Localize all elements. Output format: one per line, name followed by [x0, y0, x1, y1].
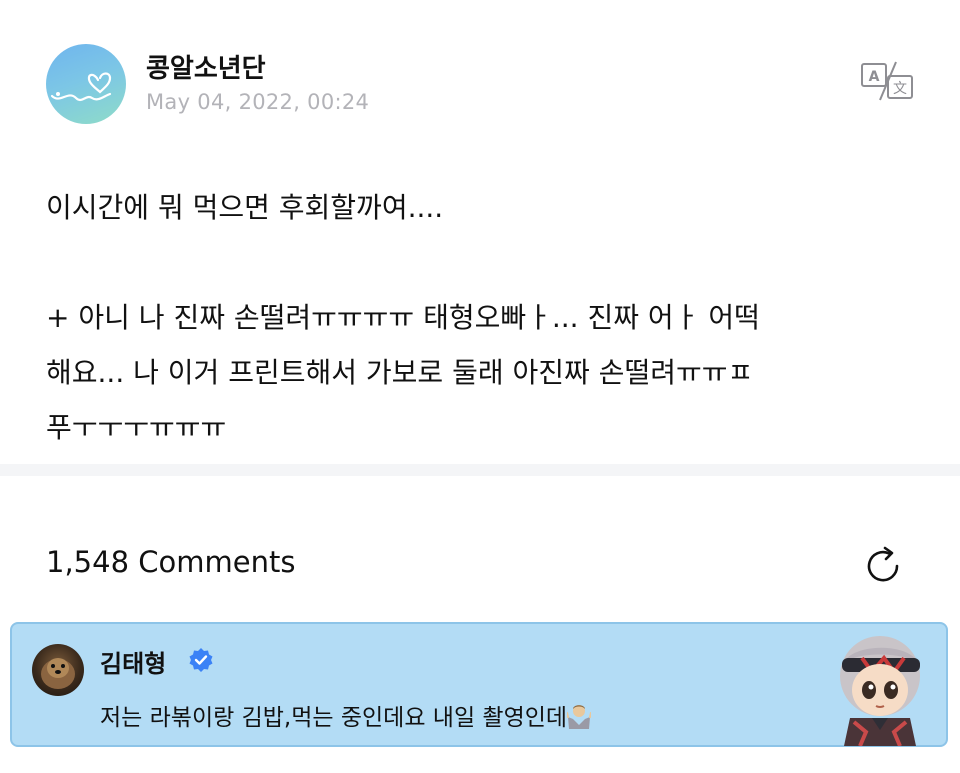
post-line-blank	[46, 235, 916, 290]
section-divider	[0, 464, 960, 476]
post-line: 해요... 나 이거 프린트해서 가보로 둘래 아진짜 손떨려ㅠㅠㅍ	[46, 356, 754, 389]
shrug-emoji-icon	[567, 705, 592, 729]
commenter-name[interactable]: 김태형	[100, 644, 166, 679]
svg-text:A: A	[869, 69, 880, 85]
post-page: 콩알소년단 May 04, 2022, 00:24 A 文 이시간에 뭐 먹으면…	[0, 0, 960, 773]
character-sticker-icon	[840, 636, 920, 746]
verified-badge-icon	[189, 648, 213, 672]
author-name[interactable]: 콩알소년단	[146, 48, 266, 85]
author-avatar[interactable]	[46, 44, 126, 124]
highlighted-comment[interactable]: 김태형 저는 라볶이랑 김밥,먹는 중인데요 내일 촬영인데	[10, 622, 948, 747]
post-header: 콩알소년단 May 04, 2022, 00:24 A 文	[46, 44, 916, 124]
post-line: 푸ㅜㅜㅜㅠㅠㅠ	[46, 411, 227, 444]
post-timestamp: May 04, 2022, 00:24	[146, 90, 370, 114]
refresh-button[interactable]	[861, 544, 905, 588]
post-line: + 아니 나 진짜 손떨려ㅠㅠㅠㅠ 태형오빠ㅏ... 진짜 어ㅏ 어떡	[46, 301, 760, 334]
svg-text:文: 文	[893, 81, 907, 97]
translate-button[interactable]: A 文	[860, 60, 916, 104]
commenter-avatar[interactable]	[32, 644, 84, 696]
translate-icon: A 文	[861, 61, 913, 101]
comments-count: 1,548 Comments	[46, 545, 296, 579]
comment-text: 저는 라볶이랑 김밥,먹는 중인데요 내일 촬영인데	[100, 698, 592, 732]
comment-text-content: 저는 라볶이랑 김밥,먹는 중인데요 내일 촬영인데	[100, 705, 568, 731]
post-line: 이시간에 뭐 먹으면 후회할까여....	[46, 191, 444, 224]
dog-photo-icon	[41, 658, 75, 689]
heart-doodle-icon	[50, 72, 112, 102]
refresh-icon	[867, 546, 899, 582]
post-body: 이시간에 뭐 먹으면 후회할까여.... + 아니 나 진짜 손떨려ㅠㅠㅠㅠ 태…	[46, 180, 916, 455]
